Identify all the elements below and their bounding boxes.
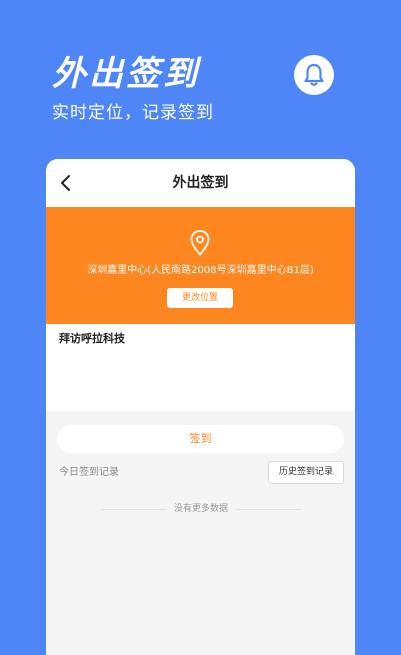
hero-subtitle: 实时定位，记录签到	[52, 103, 214, 123]
navbar: 外出签到	[46, 159, 355, 207]
notification-button[interactable]	[294, 55, 334, 95]
address-text: 深圳嘉里中心(人民南路2008号深圳嘉里中心B1层)	[87, 265, 314, 276]
history-records-button[interactable]: 历史签到记录	[268, 461, 344, 484]
visit-note-text: 拜访呼拉科技	[59, 332, 125, 345]
no-more-data-text: 没有更多数据	[174, 504, 229, 514]
change-location-button[interactable]: 更改位置	[167, 288, 233, 308]
empty-state: 没有更多数据	[101, 502, 302, 516]
divider-right	[236, 508, 302, 510]
today-records-label: 今日签到记录	[59, 467, 119, 478]
checkin-screen: 外出签到 深圳嘉里中心(人民南路2008号深圳嘉里中心B1层) 更改位置 拜访呼…	[46, 159, 355, 655]
map-pin-icon	[190, 230, 210, 256]
hero-title: 外出签到	[52, 54, 200, 94]
location-panel: 深圳嘉里中心(人民南路2008号深圳嘉里中心B1层) 更改位置	[46, 207, 355, 324]
page-title: 外出签到	[172, 175, 229, 191]
checkin-button[interactable]: 签到	[57, 425, 344, 453]
divider-left	[101, 508, 166, 510]
visit-note-box[interactable]: 拜访呼拉科技	[46, 324, 355, 411]
bell-icon	[304, 63, 324, 86]
